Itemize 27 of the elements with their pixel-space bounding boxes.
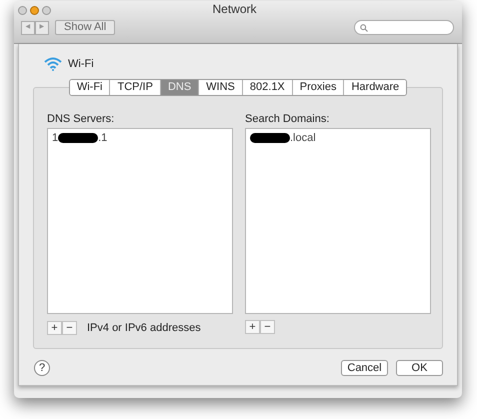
show-all-button[interactable]: Show All (55, 20, 116, 35)
help-button[interactable]: ? (34, 360, 50, 376)
add-button[interactable]: + (245, 320, 260, 334)
remove-button[interactable]: − (62, 321, 77, 336)
entry-text: 1 (52, 130, 58, 146)
search-icon (360, 24, 368, 32)
entry-text: .local (290, 130, 316, 146)
remove-button[interactable]: − (260, 320, 275, 334)
zoom-icon[interactable] (42, 6, 51, 14)
cancel-button[interactable]: Cancel (341, 360, 388, 376)
close-icon[interactable] (18, 6, 27, 14)
list-box[interactable]: 1 .1 (47, 128, 233, 314)
entry-text: .1 (98, 130, 108, 146)
add-button[interactable]: + (47, 321, 62, 336)
minimize-icon[interactable] (30, 6, 39, 14)
window-title: Network (211, 1, 258, 18)
ok-button[interactable]: OK (396, 360, 443, 376)
list-label: Search Domains: (245, 112, 330, 126)
list-box[interactable]: .local (245, 128, 431, 314)
list-label: DNS Servers: (47, 112, 116, 126)
hint-text: IPv4 or IPv6 addresses (87, 321, 201, 336)
search-field[interactable] (354, 20, 454, 35)
redaction-mark (250, 133, 290, 143)
service-name: Wi-Fi (68, 57, 94, 72)
tab[interactable]: Hardware (343, 80, 406, 94)
redaction-mark (58, 133, 98, 143)
wifi-icon (44, 57, 62, 72)
